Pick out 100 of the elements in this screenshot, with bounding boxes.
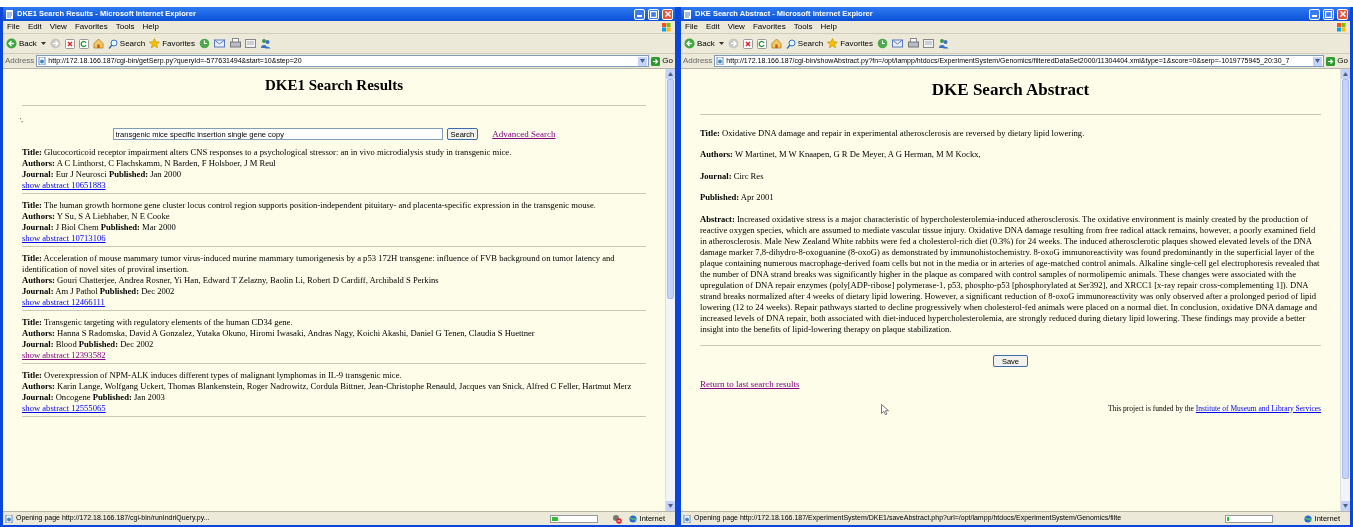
up-arrow-icon — [1343, 72, 1348, 76]
abstract-text: Published: Apr 2001 — [700, 192, 775, 203]
close-icon — [1339, 11, 1346, 17]
scrollbar[interactable] — [1340, 69, 1350, 511]
maximize-button[interactable] — [1323, 8, 1334, 20]
people-icon — [260, 38, 272, 49]
search-icon — [107, 38, 118, 49]
close-button[interactable] — [1337, 8, 1348, 20]
show-abstract-link[interactable]: show abstract 10713106 — [22, 233, 106, 243]
advanced-search-link[interactable]: Advanced Search — [492, 127, 556, 141]
windows-flag-icon — [1336, 22, 1346, 32]
home-button[interactable] — [770, 38, 782, 49]
menu-item[interactable]: Edit — [705, 22, 720, 32]
house-icon — [92, 38, 104, 49]
home-button[interactable] — [92, 38, 104, 49]
messenger-button[interactable] — [938, 38, 950, 49]
search-button[interactable]: Search — [785, 37, 824, 50]
address-label: Address — [5, 55, 35, 67]
abstract-text: Journal: Circ Res — [700, 170, 765, 182]
back-arrow-icon — [684, 38, 695, 49]
show-abstract-link[interactable]: show abstract 12393582 — [22, 350, 106, 360]
result-text: Authors: Hanna S Radomska, David A Gonzalez, Yutaka Okuno, Hiromi Iwasaki, Andras Nagy, Koichi Akashi, Daniel G Tenen, Claudia S Huettner — [22, 328, 536, 339]
print-button[interactable] — [230, 38, 242, 49]
menu-item[interactable]: View — [727, 22, 745, 32]
menu-item[interactable]: Tools — [115, 22, 135, 32]
edit-button[interactable] — [245, 38, 257, 49]
refresh-icon — [756, 38, 767, 49]
scrollbar[interactable] — [665, 69, 675, 511]
show-abstract-link[interactable]: show abstract 12466111 — [22, 297, 105, 307]
result-text: Authors: Karin Lange, Wolfgang Uckert, Thomas Blankenstein, Roger Nadrowitz, Cordula Bittner, Jean-Christophe Renauld, Jacques van Snick, Alfred C Feller, Hartmut Merz — [22, 381, 633, 392]
history-button[interactable] — [877, 38, 889, 49]
menu-item[interactable]: File — [7, 22, 20, 32]
result-text: Journal: Oncogene Published: Jan 2003 — [22, 392, 166, 403]
page-icon — [5, 514, 13, 523]
mail-button[interactable] — [892, 38, 905, 49]
menu-item[interactable]: File — [685, 22, 698, 32]
down-arrow-icon — [1343, 504, 1348, 508]
globe-icon — [1303, 514, 1312, 523]
result-text: Journal: Am J Pathol Published: Dec 2002 — [22, 286, 176, 297]
minimize-icon — [1312, 14, 1317, 17]
house-icon — [770, 38, 782, 49]
return-link[interactable]: Return to last search results — [700, 378, 800, 392]
edit-button[interactable] — [923, 38, 935, 49]
minimize-button[interactable] — [1309, 8, 1320, 20]
result-text: Title: Glucocorticoid receptor impairment alters CNS responses to a psychological stressor: an in vivo microdialysis study in transgenic mice. — [22, 147, 513, 158]
menu-item[interactable]: Favorites — [74, 22, 108, 32]
caret-icon — [718, 41, 724, 46]
minimize-button[interactable] — [634, 8, 645, 20]
show-abstract-link[interactable]: show abstract 12555065 — [22, 403, 106, 413]
go-arrow-icon — [1326, 56, 1336, 66]
print-button[interactable] — [908, 38, 920, 49]
page-heading: DKE1 Search Results — [263, 76, 405, 95]
page-icon — [38, 57, 47, 65]
menu-item[interactable]: Favorites — [752, 22, 786, 32]
refresh-icon — [78, 38, 89, 49]
document-icon — [923, 38, 935, 49]
menu-item[interactable]: View — [49, 22, 67, 32]
dropdown-button[interactable] — [638, 56, 648, 66]
forward-arrow-icon — [49, 38, 61, 49]
abstract-text: Abstract: Increased oxidative stress is a major characteristic of hypercholesterolemia-induced atherosclerosis. The oxidative environment is mainly created by the production of reactive oxygen species, which are assumed to mediate vascular tissue injury. Oxidative DNA damage resulting from free radical attack remains, however, a poorly examined field in atherosclerosis. Male New Zealand White rabbits were fed a cholesterol-rich diet (0.3%) for 24 weeks. The induced atherosclerotic plaques showed elevated levels of the DNA damage marker 7,8-dihydro-8-oxoguanine (8-oxoG) as demonstrated by immunohistochemistry. 8-oxoG immunoreactivity was found predominantly in the superficial layer of the plaque containing numerous macrophage-derived foam cells but not in the media or in arteries of age-matched control animals. Alkaline single-cell gel electrophoresis revealed that the number of DNA strand breaks was significantly higher in the plaque as compared with control samples of normolipemic animals. These changes were associated with the upregulation of DNA repair enzymes (poly[ADP-ribose] polymerase-1, p53, phospho-p53 [phosphorylated at Ser392], and XRCC1 [x-ray repair cross-complementing 1]). DNA strand breaks normalized after 4 weeks of dietary lipid lowering. However, a significant reduction of 8-oxoG immunoreactivity was only observed after a prolonged period of lipid lowering (12 to 24 weeks). Repair pathways started to decline progressively when cholesterol-fed animals were placed on a normal diet. In conclusion, oxidative DNA damage and increased levels of DNA repair, both associated with diet-induced hypercholesterolemia, are strongly reduced during dietary lipid lowering. These findings may provide a better insight into the benefits of lipid-lowering therapy on plaque stabilization. — [700, 213, 1321, 335]
document-icon — [245, 38, 257, 49]
back-button[interactable]: Back — [6, 37, 37, 50]
stop-icon — [64, 38, 75, 49]
messenger-button[interactable] — [260, 38, 272, 49]
caret-icon — [1315, 59, 1321, 63]
printer-icon — [230, 38, 242, 49]
favorites-button[interactable]: Favorites — [827, 37, 874, 50]
refresh-button[interactable] — [78, 38, 89, 49]
back-arrow-icon — [6, 38, 17, 49]
menu-item[interactable]: Tools — [793, 22, 813, 32]
stop-button[interactable] — [742, 38, 753, 49]
menu-item[interactable]: Help — [820, 22, 837, 32]
menu-item[interactable]: Help — [142, 22, 159, 32]
caret-icon — [40, 41, 46, 46]
maximize-button[interactable] — [648, 8, 659, 20]
page-icon — [683, 9, 692, 19]
dropdown-button[interactable] — [1313, 56, 1323, 66]
windows-flag-icon — [661, 22, 671, 32]
history-button[interactable] — [199, 38, 211, 49]
result-text: Journal: Eur J Neurosci Published: Jan 2000 — [22, 169, 182, 180]
refresh-button[interactable] — [756, 38, 767, 49]
result-text: Authors: Gouri Chatterjee, Andrea Rosner, Yi Han, Edward T Zelazny, Baolin Li, Robert D Cardiff, Archibald S Perkins — [22, 275, 440, 286]
envelope-icon — [214, 38, 227, 49]
stop-button[interactable] — [64, 38, 75, 49]
clock-icon — [877, 38, 889, 49]
go-button[interactable]: Go — [1326, 55, 1348, 67]
result-text: Authors: A C Linthorst, C Flachskamm, N Barden, F Holsboer, J M Reul — [22, 158, 277, 169]
printer-icon — [908, 38, 920, 49]
mail-button[interactable] — [214, 38, 227, 49]
show-abstract-link[interactable]: show abstract 10651883 — [22, 180, 106, 190]
menu-item[interactable]: Edit — [27, 22, 42, 32]
result-text: Journal: Blood Published: Dec 2002 — [22, 339, 155, 350]
back-button[interactable]: Back — [684, 37, 715, 50]
favorites-button[interactable]: Favorites — [149, 37, 196, 50]
result-text: Title: The human growth hormone gene cluster locus control region supports position-independent pituitary- and placenta-specific expression in the transgenic mouse. — [22, 200, 597, 211]
result-text: Title: Transgenic targeting with regulatory elements of the human CD34 gene. — [22, 317, 294, 328]
search-button[interactable]: Search — [107, 37, 146, 50]
go-button[interactable]: Go — [651, 55, 673, 67]
mouse-pointer-icon — [881, 404, 889, 415]
close-button[interactable] — [662, 8, 673, 20]
